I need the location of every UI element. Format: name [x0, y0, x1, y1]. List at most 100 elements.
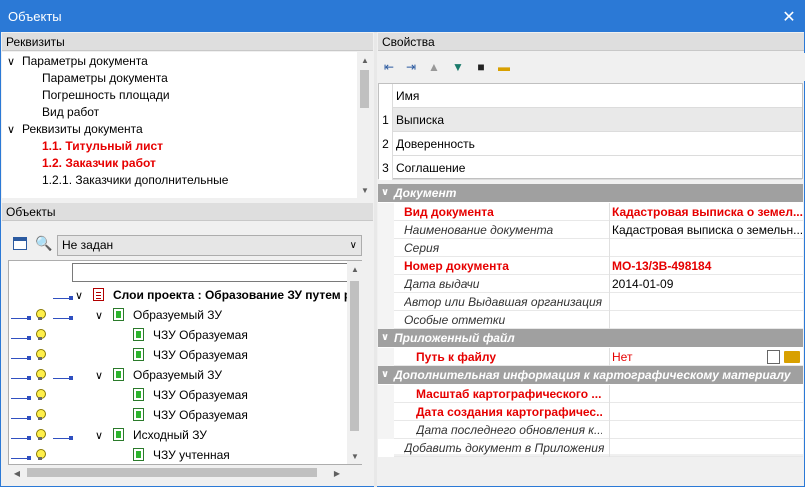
vertical-scrollbar[interactable]: ▲ ▼ — [357, 52, 372, 198]
link-icon[interactable] — [53, 316, 73, 322]
link-icon[interactable] — [53, 376, 73, 382]
visibility-bulb-icon[interactable] — [35, 429, 46, 441]
scroll-thumb[interactable] — [350, 281, 359, 431]
tree-item[interactable]: ЧЗУ Образуемая — [153, 325, 248, 345]
scroll-up-icon[interactable]: ▲ — [347, 261, 363, 277]
collapse-caret-icon[interactable]: ∨ — [7, 123, 15, 136]
tree-item[interactable]: 1.2. Заказчик работ — [42, 155, 156, 172]
link-icon[interactable] — [11, 356, 31, 362]
link-icon[interactable] — [11, 396, 31, 402]
collapse-caret-icon[interactable]: ∨ — [381, 184, 389, 202]
tree-item[interactable]: Реквизиты документа — [22, 121, 143, 138]
tree-item[interactable]: ЧЗУ учтенная — [153, 445, 230, 464]
collapse-caret-icon[interactable]: ∨ — [381, 366, 389, 384]
file-browse-icon[interactable] — [767, 350, 780, 364]
property-row[interactable]: Автор или Выдавшая организация — [378, 293, 803, 311]
chevron-down-icon[interactable]: ∨ — [350, 236, 357, 255]
rekvizity-tree[interactable]: ∨ Параметры документа Параметры документ… — [2, 52, 372, 198]
tree-item[interactable]: ЧЗУ Образуемая — [153, 345, 248, 365]
property-value[interactable]: 2014-01-09 — [609, 275, 803, 293]
move-up-icon[interactable]: ▲ — [426, 59, 442, 75]
property-row[interactable]: Вид документа Кадастровая выписка о земел… — [378, 203, 803, 221]
scroll-right-icon[interactable]: ▶ — [329, 465, 345, 481]
property-row[interactable]: Дата последнего обновления к... — [378, 421, 803, 439]
scroll-thumb[interactable] — [27, 468, 317, 477]
property-value[interactable] — [609, 239, 803, 257]
link-icon[interactable] — [53, 296, 73, 302]
visibility-bulb-icon[interactable] — [35, 369, 46, 381]
link-icon[interactable] — [11, 416, 31, 422]
close-icon[interactable]: ✕ — [774, 1, 804, 32]
property-value[interactable] — [609, 421, 803, 439]
category-attached-file[interactable]: ∨ Приложенный файл — [378, 329, 803, 347]
scroll-left-icon[interactable]: ◀ — [9, 465, 25, 481]
property-value[interactable] — [609, 293, 803, 311]
property-value[interactable]: МО-13/3В-498184 — [609, 257, 803, 275]
tree-item[interactable]: Образуемый ЗУ — [133, 305, 222, 325]
open-folder-icon[interactable]: ▬ — [496, 59, 512, 75]
property-row[interactable]: Дата создания картографичес... — [378, 403, 803, 421]
table-icon[interactable] — [13, 237, 27, 250]
link-icon[interactable] — [11, 316, 31, 322]
visibility-bulb-icon[interactable] — [35, 409, 46, 421]
property-row[interactable]: Номер документа МО-13/3В-498184 — [378, 257, 803, 275]
link-icon[interactable] — [11, 436, 31, 442]
link-icon[interactable] — [11, 376, 31, 382]
property-value[interactable] — [609, 403, 803, 421]
collapse-caret-icon[interactable]: ∨ — [75, 289, 83, 302]
visibility-bulb-icon[interactable] — [35, 349, 46, 361]
property-row[interactable]: Серия — [378, 239, 803, 257]
table-row[interactable]: 3 Соглашение — [379, 156, 802, 180]
add-after-icon[interactable]: ⇥ — [403, 59, 419, 75]
property-value[interactable] — [609, 439, 803, 457]
move-down-icon[interactable]: ▼ — [450, 59, 466, 75]
panel-splitter[interactable] — [374, 32, 377, 487]
horizontal-scrollbar[interactable]: ◀ ▶ — [9, 465, 361, 480]
tree-item[interactable]: Параметры документа — [42, 70, 168, 87]
tree-item[interactable]: ЧЗУ Образуемая — [153, 385, 248, 405]
tree-item[interactable]: Исходный ЗУ — [133, 425, 207, 445]
collapse-caret-icon[interactable]: ∨ — [95, 369, 103, 382]
tree-item[interactable]: 1.1. Титульный лист — [42, 138, 163, 155]
property-value[interactable]: Кадастровая выписка о земел... — [609, 203, 803, 221]
table-row[interactable]: 1 Выписка — [379, 108, 802, 132]
vertical-scrollbar[interactable]: ▲ ▼ — [347, 261, 362, 464]
binoculars-icon[interactable]: 🔍 — [35, 235, 52, 252]
category-document[interactable]: ∨ Документ — [378, 184, 803, 202]
link-icon[interactable] — [11, 456, 31, 462]
collapse-caret-icon[interactable]: ∨ — [95, 429, 103, 442]
add-before-icon[interactable]: ⇤ — [381, 59, 397, 75]
collapse-caret-icon[interactable]: ∨ — [381, 329, 389, 347]
scroll-up-icon[interactable]: ▲ — [357, 52, 372, 68]
link-icon[interactable] — [11, 336, 31, 342]
collapse-caret-icon[interactable]: ∨ — [95, 309, 103, 322]
property-value[interactable]: Кадастровая выписка о земельн... — [609, 221, 803, 239]
link-icon[interactable] — [53, 436, 73, 442]
objects-tree[interactable]: ∨ Слои проекта : Образование ЗУ путем ра… — [8, 260, 362, 465]
tree-item[interactable]: Образуемый ЗУ — [133, 365, 222, 385]
category-extra-info[interactable]: ∨ Дополнительная информация к картографи… — [378, 366, 803, 384]
scroll-down-icon[interactable]: ▼ — [357, 182, 372, 198]
layer-select[interactable]: Не задан ∨ — [57, 235, 362, 256]
property-row[interactable]: Особые отметки — [378, 311, 803, 329]
property-row[interactable]: Путь к файлу Нет — [378, 348, 803, 366]
visibility-bulb-icon[interactable] — [35, 329, 46, 341]
property-row[interactable]: Добавить документ в Приложения — [378, 439, 803, 457]
scroll-down-icon[interactable]: ▼ — [347, 448, 363, 464]
property-value[interactable] — [609, 385, 803, 403]
property-row[interactable]: Наименование документа Кадастровая выписк… — [378, 221, 803, 239]
property-row[interactable]: Дата выдачи 2014-01-09 — [378, 275, 803, 293]
tree-item[interactable]: ЧЗУ Образуемая — [153, 405, 248, 425]
save-icon[interactable]: ■ — [473, 59, 489, 75]
tree-root-label[interactable]: Слои проекта : Образование ЗУ путем ра — [113, 285, 358, 305]
open-folder-icon[interactable] — [784, 351, 800, 363]
tree-item[interactable]: Погрешность площади — [42, 87, 170, 104]
visibility-bulb-icon[interactable] — [35, 389, 46, 401]
property-row[interactable]: Масштаб картографического ... — [378, 385, 803, 403]
visibility-bulb-icon[interactable] — [35, 309, 46, 321]
title-bar[interactable]: Объекты ✕ — [1, 1, 804, 32]
property-value[interactable] — [609, 311, 803, 329]
filter-input[interactable] — [72, 263, 361, 282]
table-row[interactable]: 2 Доверенность — [379, 132, 802, 156]
visibility-bulb-icon[interactable] — [35, 449, 46, 461]
